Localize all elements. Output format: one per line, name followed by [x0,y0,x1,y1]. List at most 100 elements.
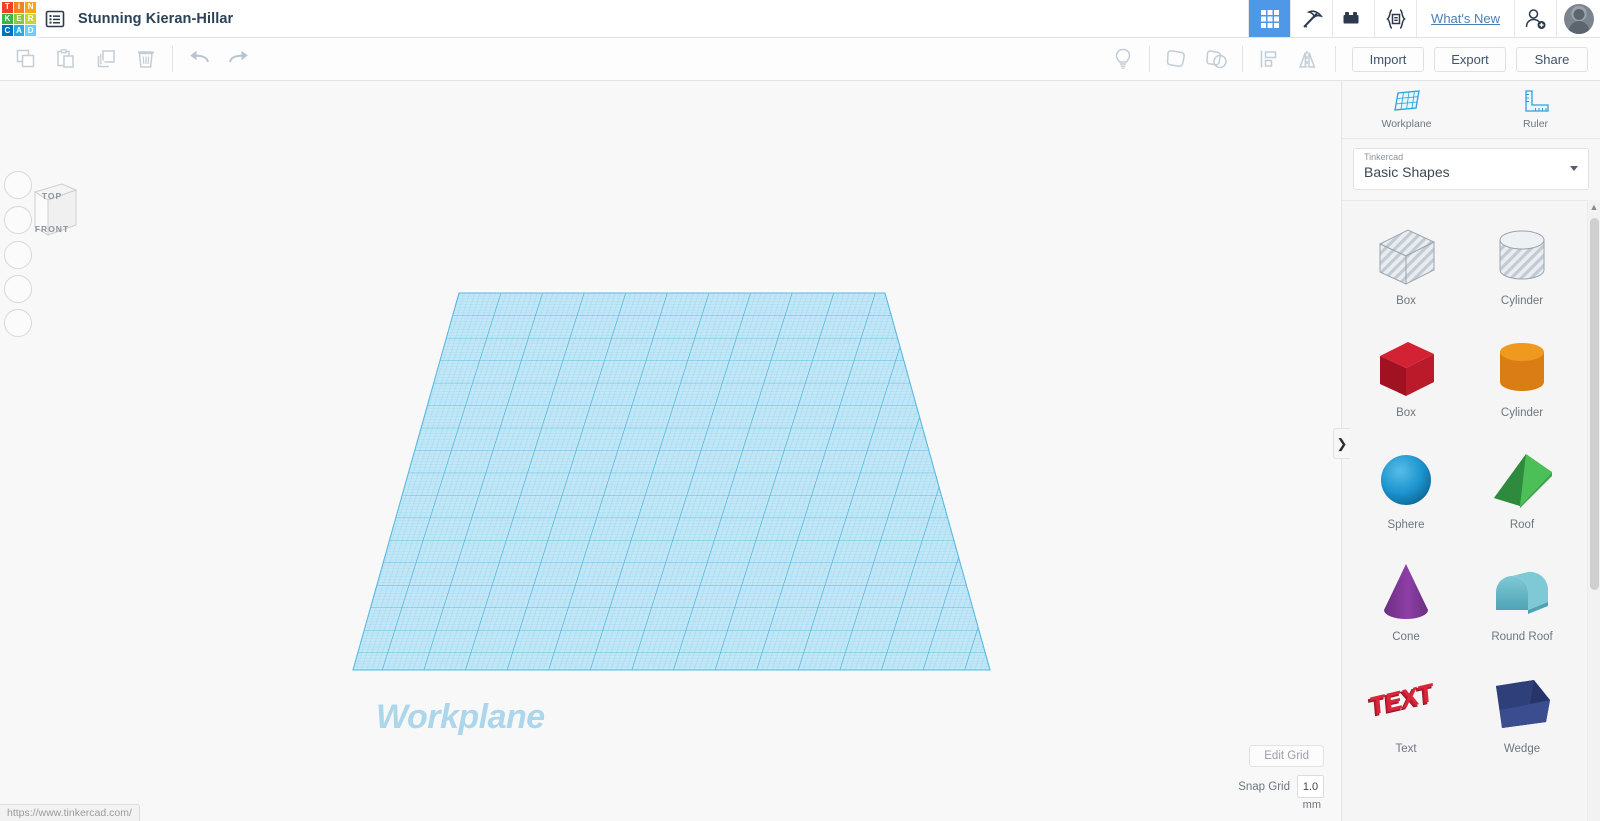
logo-tile-r: R [25,13,36,25]
shape-label: Cone [1392,631,1420,643]
shape-item-cone-6[interactable]: Cone [1348,545,1464,657]
logo-tile-c: C [2,25,13,36]
chevron-up-icon[interactable]: ▲ [1588,200,1600,214]
snap-grid-value[interactable]: 1.0 [1297,775,1324,798]
duplicate-button[interactable] [86,38,126,81]
orbit-button[interactable] [4,275,32,303]
group-button[interactable] [1156,38,1196,81]
project-title[interactable]: Stunning Kieran-Hillar [72,0,233,37]
logo-tile-k: K [2,13,13,25]
shapes-grid: Box Cylinder Box Cylinder Sphere Roof Co [1342,201,1586,769]
invite-people-button[interactable] [1514,0,1556,37]
project-menu-button[interactable] [38,0,72,37]
brick-icon [1343,11,1359,23]
redo-button[interactable] [219,38,259,81]
shape-item-box-0[interactable]: Box [1348,209,1464,321]
notes-button[interactable] [1103,38,1143,81]
copy-icon [16,49,35,68]
share-button[interactable]: Share [1516,46,1588,72]
user-menu-button[interactable] [1556,0,1600,37]
shape-item-wedge-9[interactable]: Wedge [1464,657,1580,769]
codeblocks-button[interactable] [1374,0,1417,37]
view-cube-top-label[interactable]: TOP [24,191,80,201]
box-icon [1368,333,1444,405]
cylinder-icon [1484,333,1560,405]
grid-icon [1260,9,1279,28]
add-person-icon [1525,8,1545,29]
toolbar-divider-2 [1149,46,1150,72]
snap-grid-unit: mm [1302,799,1321,811]
toolbar-divider-3 [1242,46,1243,72]
undo-arrow-icon [190,50,209,63]
shape-item-round-roof-7[interactable]: Round Roof [1464,545,1580,657]
shapes-list[interactable]: Box Cylinder Box Cylinder Sphere Roof Co [1342,200,1600,821]
tinkercad-app: TINKERCAD Stunning Kieran-Hillar What's … [0,0,1600,821]
edit-grid-button[interactable]: Edit Grid [1249,745,1324,767]
shape-item-text-8[interactable]: TEXT TEXT Text [1348,657,1464,769]
shape-label: Box [1396,407,1416,419]
shape-item-box-2[interactable]: Box [1348,321,1464,433]
align-button[interactable] [1249,38,1289,81]
import-button[interactable]: Import [1352,46,1424,72]
export-button[interactable]: Export [1434,46,1506,72]
round-roof-icon [1484,557,1560,629]
blocks-button[interactable] [1332,0,1375,37]
grid-view-button[interactable] [1248,0,1291,37]
fit-view-button[interactable] [4,171,32,199]
list-icon [45,10,65,27]
undo-button[interactable] [179,38,219,81]
snap-grid-label: Snap Grid [1238,780,1290,793]
grid-controls: Edit Grid Snap Grid 1.0 mm [1238,745,1324,811]
toolbar-divider [172,46,173,72]
logo-tile-e: E [13,13,25,25]
3d-canvas[interactable]: Workplane TOP FRONT Edit Grid Snap Grid … [0,81,1340,821]
shapes-panel: Workplane Ruler Tinkercad Basic Shapes B… [1341,81,1600,821]
shape-library-select-wrap: Tinkercad Basic Shapes [1342,139,1600,200]
copy-button[interactable] [6,38,46,81]
zoom-in-button[interactable] [4,206,32,234]
logo-tile-t: T [2,2,13,13]
paste-button[interactable] [46,38,86,81]
box-hole-icon [1368,221,1444,293]
shape-library-select[interactable]: Tinkercad Basic Shapes [1353,148,1589,190]
lightbulb-icon [1115,48,1131,69]
roof-icon [1484,445,1560,517]
ruler-tool[interactable]: Ruler [1471,81,1600,138]
top-bar-spacer [233,0,1248,37]
delete-button[interactable] [126,38,166,81]
shapes-scrollbar[interactable]: ▲ [1587,200,1600,821]
shape-item-roof-5[interactable]: Roof [1464,433,1580,545]
shape-item-sphere-4[interactable]: Sphere [1348,433,1464,545]
workplane-grid-icon [1393,90,1420,111]
shape-label: Sphere [1387,519,1425,531]
tinkercad-logo[interactable]: TIN KER CAD [0,0,38,38]
top-bar-actions: What's New [1248,0,1600,37]
ungroup-button[interactable] [1196,38,1236,81]
shape-library-sub-label: Tinkercad [1364,152,1404,162]
mirror-button[interactable] [1289,38,1329,81]
codeblocks-icon [1385,8,1406,29]
view-cube-front-label[interactable]: FRONT [24,224,80,234]
panel-collapse-button[interactable]: ❯ [1333,428,1350,459]
chevron-right-icon: ❯ [1336,435,1348,451]
chevron-down-icon [1570,166,1578,171]
toolbar-divider-4 [1335,46,1336,72]
logo-tile-d: D [25,25,36,36]
shape-label: Wedge [1503,743,1541,755]
scrollbar-thumb[interactable] [1590,218,1599,590]
top-bar: TINKERCAD Stunning Kieran-Hillar What's … [0,0,1600,38]
whats-new-link[interactable]: What's New [1416,0,1514,37]
zoom-out-button[interactable] [4,241,32,269]
pickaxe-icon [1302,9,1323,28]
shape-label: Roof [1509,519,1535,531]
view-cube[interactable]: TOP FRONT [24,178,80,248]
shape-item-cylinder-3[interactable]: Cylinder [1464,321,1580,433]
shape-label: Round Roof [1491,631,1553,643]
workplane-tool[interactable]: Workplane [1342,81,1471,138]
shape-label: Text [1395,743,1417,755]
logo-tile-a: A [13,25,25,36]
pan-button[interactable] [4,309,32,337]
tinker-button[interactable] [1290,0,1333,37]
shape-item-cylinder-1[interactable]: Cylinder [1464,209,1580,321]
workplane[interactable] [0,81,1340,821]
